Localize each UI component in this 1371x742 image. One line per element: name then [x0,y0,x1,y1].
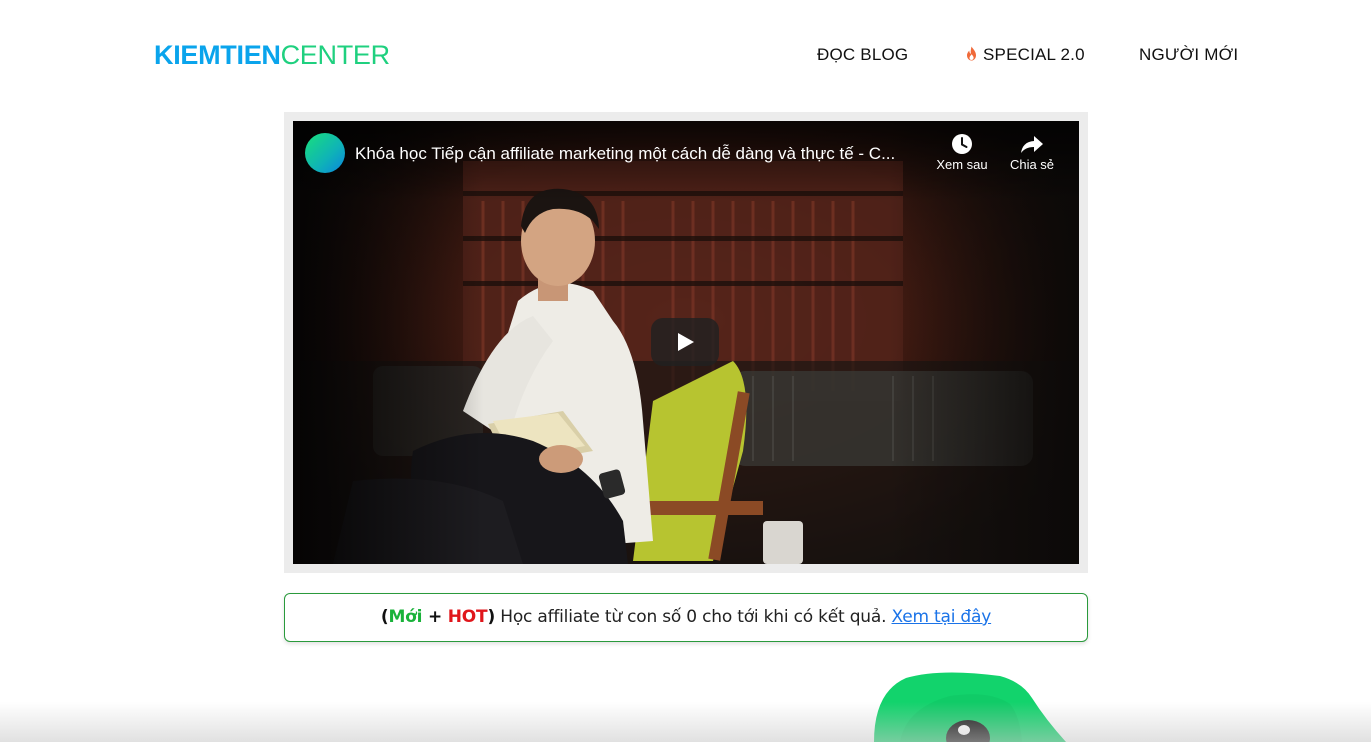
play-icon [678,333,694,351]
watch-later-label: Xem sau [936,157,988,172]
promo-notice: (Mới + HOT) Học affiliate từ con số 0 ch… [284,593,1088,642]
nav-item-doc-blog[interactable]: ĐỌC BLOG [817,44,908,66]
clock-icon [952,134,972,154]
video-embed-frame: Khóa học Tiếp cận affiliate marketing mộ… [284,112,1088,573]
share-button[interactable]: Chia sẻ [997,133,1067,172]
share-label: Chia sẻ [1009,157,1055,172]
notice-link[interactable]: Xem tại đây [892,607,992,627]
nav-item-special[interactable]: SPECIAL 2.0 [966,44,1085,66]
channel-avatar[interactable] [305,133,345,173]
notice-text: Học affiliate từ con số 0 cho tới khi có… [495,607,892,627]
video-title[interactable]: Khóa học Tiếp cận affiliate marketing mộ… [355,143,925,165]
video-player[interactable]: Khóa học Tiếp cận affiliate marketing mộ… [293,121,1079,564]
main-nav: ĐỌC BLOG SPECIAL 2.0 NGƯỜI MỚI [0,44,1371,68]
bottom-fade [0,702,1371,742]
share-icon [1021,136,1043,153]
notice-plus: + [422,607,448,627]
flame-icon [967,46,976,61]
nav-item-special-label: SPECIAL 2.0 [983,45,1085,64]
notice-close-paren: ) [487,607,496,627]
play-button[interactable] [651,318,719,366]
nav-item-nguoi-moi[interactable]: NGƯỜI MỚI [1139,44,1238,66]
watch-later-button[interactable]: Xem sau [927,133,997,172]
hot-label: HOT [447,607,488,627]
new-label: Mới [388,607,423,627]
mascot-illustration [874,672,1066,742]
